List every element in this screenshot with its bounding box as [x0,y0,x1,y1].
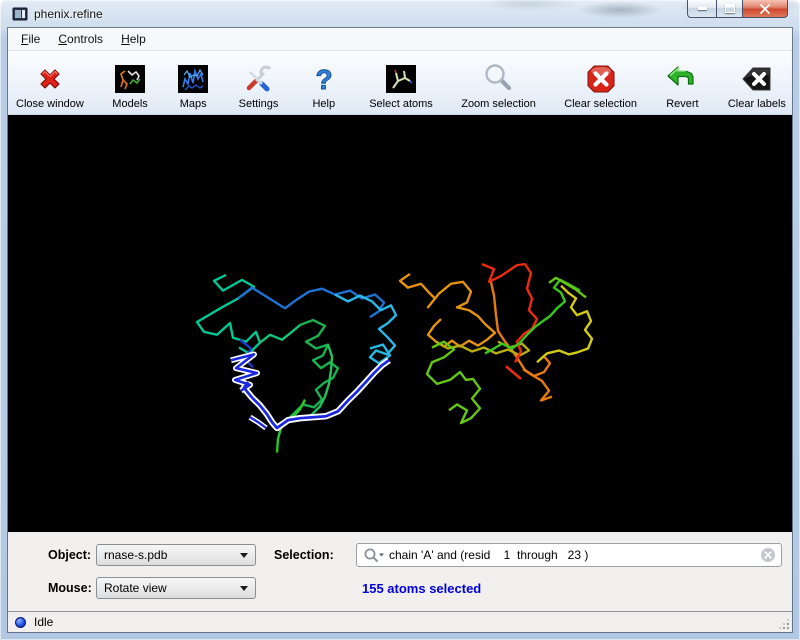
tool-models[interactable]: Models [112,59,147,111]
client-area: File Controls Help Close window [8,28,792,632]
object-label: Object: [48,548,96,562]
close-window-icon [33,59,67,98]
menu-controls[interactable]: Controls [49,29,112,49]
tool-label: Maps [180,98,207,111]
object-dropdown[interactable]: rnase-s.pdb [96,544,256,566]
svg-text:?: ? [315,64,332,95]
resize-grip[interactable] [778,618,791,631]
menu-help[interactable]: Help [112,29,155,49]
settings-icon [241,59,275,98]
tool-revert[interactable]: Revert [665,59,699,111]
chevron-down-icon [240,553,248,558]
tool-label: Zoom selection [461,98,536,111]
status-bar: Idle [8,611,792,632]
menu-file[interactable]: File [12,29,49,49]
tool-label: Help [312,98,335,111]
mouse-label: Mouse: [48,581,96,595]
tool-label: Select atoms [369,98,433,111]
minimize-icon [698,7,707,10]
help-icon: ? [307,59,341,98]
molecule-viewport[interactable] [8,115,792,532]
models-icon [113,59,147,98]
tool-label: Close window [16,98,84,111]
tool-label: Models [112,98,147,111]
selection-searchbox [356,543,782,567]
window-controls [687,0,788,18]
revert-icon [665,59,699,98]
menu-bar: File Controls Help [8,28,792,51]
tool-label: Clear labels [728,98,786,111]
phenix-refine-window: phenix.refine File Controls Help [0,0,800,640]
tool-select-atoms[interactable]: Select atoms [369,59,433,111]
app-icon [12,6,28,22]
tool-zoom-selection[interactable]: Zoom selection [461,59,536,111]
minimize-button[interactable] [687,0,716,18]
mouse-dropdown[interactable]: Rotate view [96,577,256,599]
tool-label: Revert [666,98,698,111]
clear-search-icon[interactable] [760,547,776,563]
control-panel: Object: rnase-s.pdb Selection: Mouse: [8,532,792,611]
tool-clear-selection[interactable]: Clear selection [564,59,637,111]
close-button[interactable] [743,0,788,18]
toolbar: Close window Models [8,51,792,115]
tool-label: Clear selection [564,98,637,111]
tool-clear-labels[interactable]: Clear labels [728,59,786,111]
close-icon [759,4,771,14]
maximize-icon [725,4,735,13]
title-bar[interactable]: phenix.refine [0,0,800,28]
object-dropdown-value: rnase-s.pdb [104,548,167,562]
status-indicator-icon [15,617,26,628]
window-title: phenix.refine [34,7,103,21]
tool-close-window[interactable]: Close window [16,59,84,111]
selection-input[interactable] [385,548,760,562]
molecule-render [8,115,792,532]
tool-label: Settings [239,98,279,111]
tool-maps[interactable]: Maps [176,59,210,111]
tool-settings[interactable]: Settings [239,59,279,111]
tool-help[interactable]: ? Help [307,59,341,111]
maps-icon [176,59,210,98]
clear-selection-icon [584,59,618,98]
select-atoms-icon [384,59,418,98]
chevron-down-icon [240,586,248,591]
maximize-button[interactable] [716,0,743,18]
status-text: Idle [34,615,53,629]
mouse-dropdown-value: Rotate view [104,581,167,595]
clear-labels-icon [740,59,774,98]
search-icon[interactable] [363,547,385,563]
selection-label: Selection: [258,548,356,562]
atoms-selected-count: 155 atoms selected [356,581,782,596]
zoom-selection-icon [482,59,516,98]
